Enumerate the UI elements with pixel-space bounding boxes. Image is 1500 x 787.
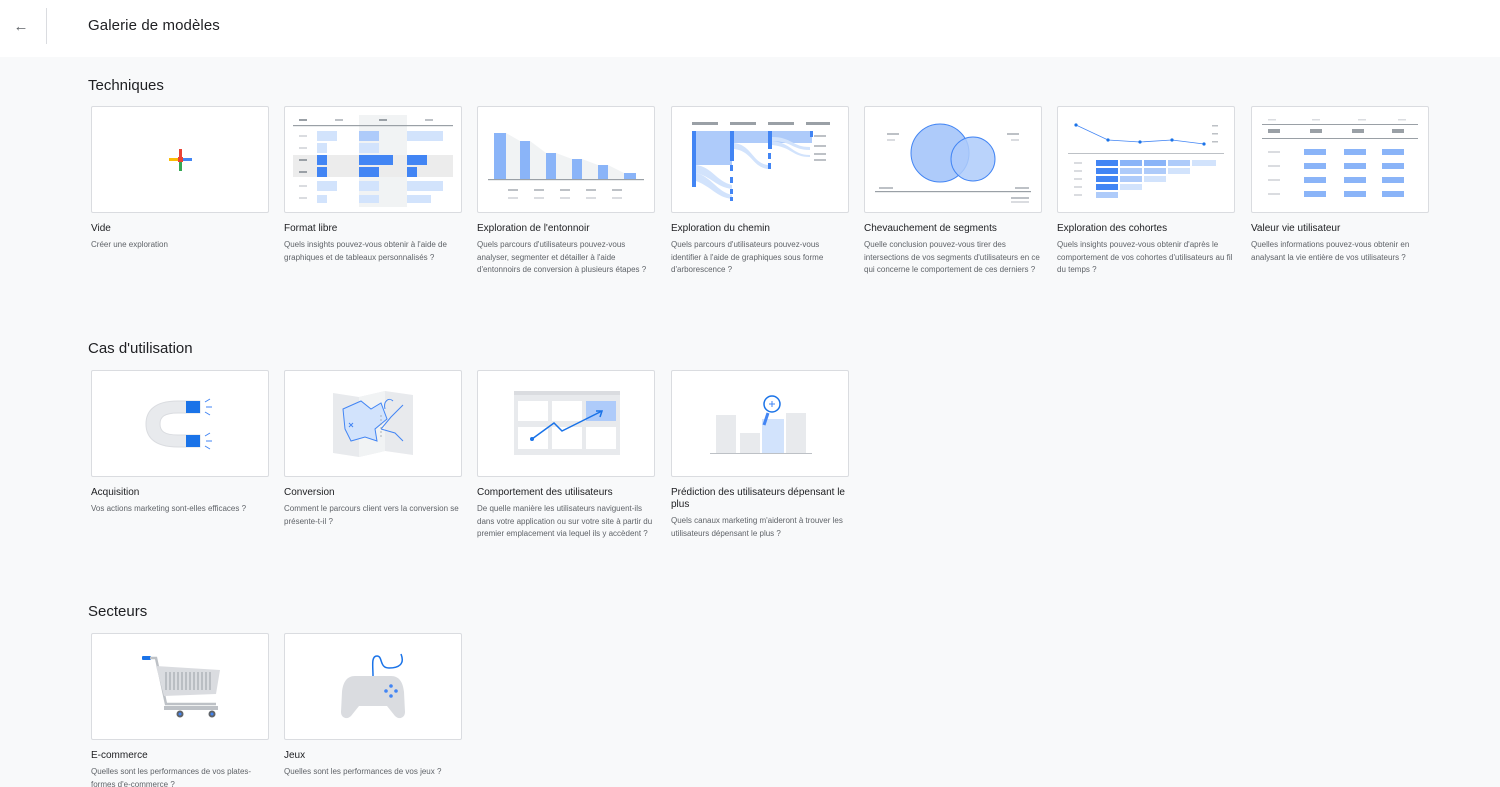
card-description: Comment le parcours client vers la conve…	[284, 504, 459, 526]
card-title: Prédiction des utilisateurs dépensant le…	[671, 487, 845, 510]
card-thumbnail[interactable]	[91, 370, 269, 477]
template-card-ecommerce[interactable]: E-commerce Quelles sont les performances…	[91, 633, 269, 787]
top-bar: ← Galerie de modèles	[0, 0, 1500, 57]
shopping-cart-icon	[142, 656, 220, 718]
card-thumbnail[interactable]	[91, 633, 269, 740]
map-icon	[333, 391, 413, 457]
trend-grid-icon	[514, 391, 620, 455]
card-description: Quelles sont les performances de vos jeu…	[284, 767, 442, 776]
template-card-lifetime-value[interactable]: Valeur vie utilisateur Quelles informati…	[1251, 106, 1429, 264]
template-card-path[interactable]: Exploration du chemin Quels parcours d'u…	[671, 106, 849, 277]
card-description: Vos actions marketing sont-elles efficac…	[91, 504, 247, 513]
card-description: Quels insights pouvez-vous obtenir d'apr…	[1057, 240, 1233, 274]
section-title-industries: Secteurs	[88, 603, 148, 620]
card-thumbnail[interactable]	[284, 370, 462, 477]
card-title: Exploration de l'entonnoir	[477, 223, 590, 234]
arrow-back-icon[interactable]: ←	[14, 18, 29, 35]
template-card-games[interactable]: Jeux Quelles sont les performances de vo…	[284, 633, 462, 779]
template-card-conversion[interactable]: Conversion Comment le parcours client ve…	[284, 370, 462, 528]
lifetime-table-icon	[1262, 119, 1418, 197]
template-card-top-spenders[interactable]: Prédiction des utilisateurs dépensant le…	[671, 370, 849, 540]
section-title-techniques: Techniques	[88, 77, 164, 94]
card-thumbnail[interactable]	[91, 106, 269, 213]
template-card-free-form[interactable]: Format libre Quels insights pouvez-vous …	[284, 106, 462, 264]
back-button[interactable]: ←	[10, 14, 32, 40]
template-card-user-behavior[interactable]: Comportement des utilisateurs De quelle …	[477, 370, 655, 541]
card-title: Jeux	[284, 750, 306, 761]
card-description: Créer une exploration	[91, 240, 168, 249]
card-description: Quels canaux marketing m'aideront à trou…	[671, 516, 843, 538]
card-thumbnail[interactable]	[284, 106, 462, 213]
cohort-chart-icon	[1068, 123, 1224, 198]
card-title: Comportement des utilisateurs	[477, 487, 613, 498]
card-title: E-commerce	[91, 750, 148, 761]
funnel-chart-icon	[488, 133, 644, 199]
divider	[46, 8, 47, 44]
plus-icon	[169, 149, 192, 171]
card-description: Quels parcours d'utilisateurs pouvez-vou…	[671, 240, 824, 274]
card-thumbnail[interactable]	[477, 370, 655, 477]
venn-diagram-icon	[875, 123, 1031, 203]
template-card-funnel[interactable]: Exploration de l'entonnoir Quels parcour…	[477, 106, 655, 277]
card-thumbnail[interactable]	[1057, 106, 1235, 213]
free-form-table-icon	[293, 115, 453, 207]
card-title: Valeur vie utilisateur	[1251, 223, 1341, 234]
template-card-segment-overlap[interactable]: Chevauchement de segments Quelle conclus…	[864, 106, 1042, 277]
card-title: Vide	[91, 223, 111, 234]
card-description: Quelles sont les performances de vos pla…	[91, 767, 252, 787]
card-thumbnail[interactable]	[1251, 106, 1429, 213]
page-title: Galerie de modèles	[88, 17, 220, 34]
card-thumbnail[interactable]	[671, 370, 849, 477]
magnet-icon	[145, 398, 212, 450]
card-thumbnail[interactable]	[671, 106, 849, 213]
card-description: Quelle conclusion pouvez-vous tirer des …	[864, 240, 1040, 274]
game-controller-icon	[341, 653, 405, 719]
template-card-blank[interactable]: Vide Créer une exploration	[91, 106, 269, 252]
card-title: Chevauchement de segments	[864, 223, 997, 234]
card-description: De quelle manière les utilisateurs navig…	[477, 504, 653, 538]
card-thumbnail[interactable]	[864, 106, 1042, 213]
card-thumbnail[interactable]	[284, 633, 462, 740]
card-title: Acquisition	[91, 487, 140, 498]
card-description: Quelles informations pouvez-vous obtenir…	[1251, 240, 1410, 262]
section-title-use-cases: Cas d'utilisation	[88, 340, 193, 357]
card-thumbnail[interactable]	[477, 106, 655, 213]
bar-magnifier-icon	[710, 395, 812, 454]
path-tree-icon	[692, 122, 830, 201]
template-card-acquisition[interactable]: Acquisition Vos actions marketing sont-e…	[91, 370, 269, 516]
card-description: Quels parcours d'utilisateurs pouvez-vou…	[477, 240, 647, 274]
card-title: Exploration du chemin	[671, 223, 770, 234]
card-title: Format libre	[284, 223, 338, 234]
card-description: Quels insights pouvez-vous obtenir à l'a…	[284, 240, 447, 262]
template-card-cohort[interactable]: Exploration des cohortes Quels insights …	[1057, 106, 1235, 277]
card-title: Conversion	[284, 487, 335, 498]
card-title: Exploration des cohortes	[1057, 223, 1168, 234]
